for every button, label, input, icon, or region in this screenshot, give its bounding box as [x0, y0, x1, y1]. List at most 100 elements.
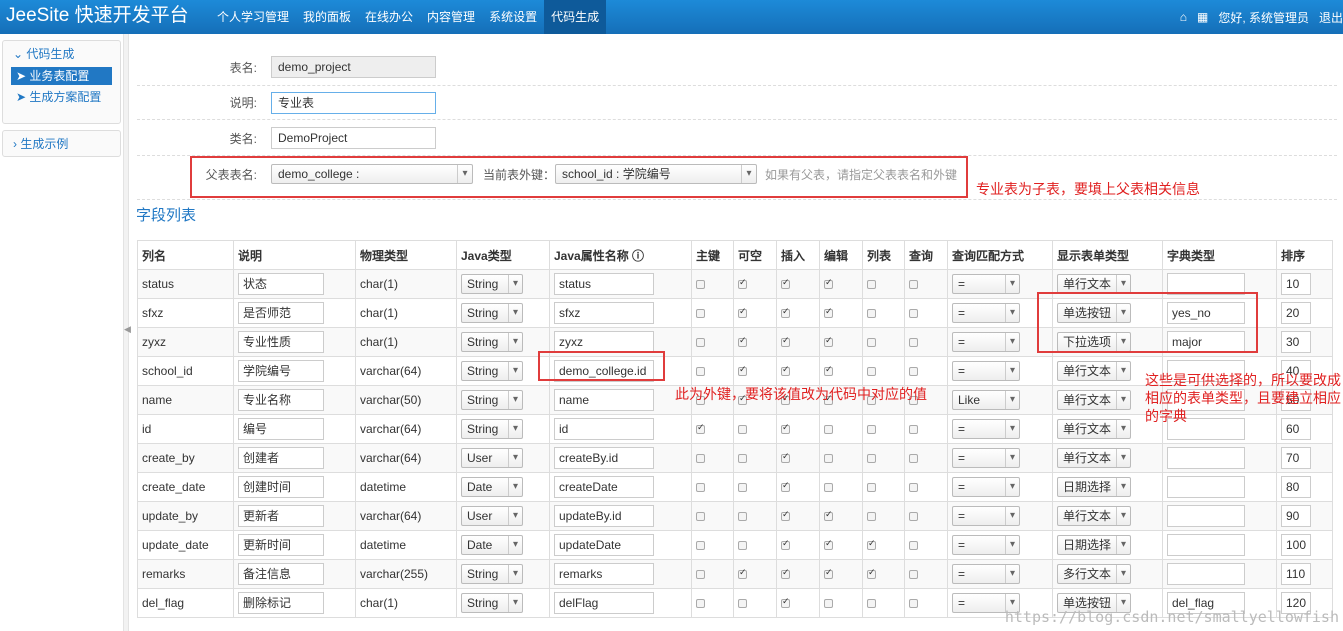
sort-input[interactable]: 90	[1281, 505, 1311, 527]
show-type-select[interactable]: 单行文本	[1057, 361, 1131, 381]
query-match-select[interactable]: =	[952, 361, 1020, 381]
comment-input[interactable]: 专业表	[271, 92, 436, 114]
grid-icon[interactable]: ▦	[1197, 10, 1208, 24]
list-checkbox[interactable]	[867, 483, 876, 493]
dict-type-input[interactable]	[1167, 476, 1245, 498]
list-checkbox[interactable]	[867, 454, 876, 464]
java-field-input[interactable]: name	[554, 389, 654, 411]
comment-input[interactable]: 状态	[238, 273, 324, 295]
list-checkbox[interactable]	[867, 309, 876, 319]
query-match-select[interactable]: =	[952, 448, 1020, 468]
list-checkbox[interactable]	[867, 538, 876, 551]
query-checkbox[interactable]	[909, 338, 918, 348]
comment-input[interactable]: 创建者	[238, 447, 324, 469]
query-match-select[interactable]: =	[952, 419, 1020, 439]
nullable-checkbox[interactable]	[738, 335, 747, 348]
comment-input[interactable]: 备注信息	[238, 563, 324, 585]
insert-checkbox[interactable]	[781, 364, 790, 377]
pk-checkbox[interactable]	[696, 483, 705, 493]
sidebar-group-title[interactable]: › 生成示例	[3, 131, 120, 157]
query-checkbox[interactable]	[909, 280, 918, 290]
edit-checkbox[interactable]	[824, 364, 833, 377]
java-type-select[interactable]: String	[461, 419, 523, 439]
comment-input[interactable]: 更新者	[238, 505, 324, 527]
comment-input[interactable]: 更新时间	[238, 534, 324, 556]
comment-input[interactable]: 专业性质	[238, 331, 324, 353]
insert-checkbox[interactable]	[781, 422, 790, 435]
sort-input[interactable]: 20	[1281, 302, 1311, 324]
show-type-select[interactable]: 多行文本	[1057, 564, 1131, 584]
query-checkbox[interactable]	[909, 309, 918, 319]
java-field-input[interactable]: createDate	[554, 476, 654, 498]
sidebar-item-scheme-config[interactable]: ➤ 生成方案配置	[11, 88, 112, 106]
query-checkbox[interactable]	[909, 541, 918, 551]
sort-input[interactable]: 80	[1281, 476, 1311, 498]
java-type-select[interactable]: String	[461, 332, 523, 352]
query-checkbox[interactable]	[909, 367, 918, 377]
sidebar-item-table-config[interactable]: ➤ 业务表配置	[11, 67, 112, 85]
list-checkbox[interactable]	[867, 338, 876, 348]
show-type-select[interactable]: 单行文本	[1057, 419, 1131, 439]
table-name-input[interactable]: demo_project	[271, 56, 436, 78]
logout-link[interactable]: 退出	[1319, 9, 1343, 26]
query-checkbox[interactable]	[909, 425, 918, 435]
nav-item-2[interactable]: 在线办公	[358, 0, 420, 34]
sort-input[interactable]: 10	[1281, 273, 1311, 295]
edit-checkbox[interactable]	[824, 306, 833, 319]
pk-checkbox[interactable]	[696, 338, 705, 348]
edit-checkbox[interactable]	[824, 277, 833, 290]
pk-checkbox[interactable]	[696, 541, 705, 551]
query-checkbox[interactable]	[909, 570, 918, 580]
java-field-input[interactable]: sfxz	[554, 302, 654, 324]
nullable-checkbox[interactable]	[738, 541, 747, 551]
query-match-select[interactable]: =	[952, 477, 1020, 497]
query-match-select[interactable]: =	[952, 535, 1020, 555]
edit-checkbox[interactable]	[824, 599, 833, 609]
java-type-select[interactable]: String	[461, 564, 523, 584]
query-match-select[interactable]: =	[952, 564, 1020, 584]
insert-checkbox[interactable]	[781, 277, 790, 290]
nullable-checkbox[interactable]	[738, 454, 747, 464]
nav-item-4[interactable]: 系统设置	[482, 0, 544, 34]
list-checkbox[interactable]	[867, 512, 876, 522]
java-type-select[interactable]: User	[461, 506, 523, 526]
show-type-select[interactable]: 单行文本	[1057, 448, 1131, 468]
edit-checkbox[interactable]	[824, 454, 833, 464]
sort-input[interactable]: 70	[1281, 447, 1311, 469]
edit-checkbox[interactable]	[824, 567, 833, 580]
show-type-select[interactable]: 单行文本	[1057, 506, 1131, 526]
java-field-input[interactable]: id	[554, 418, 654, 440]
query-checkbox[interactable]	[909, 599, 918, 609]
dict-type-input[interactable]	[1167, 563, 1245, 585]
insert-checkbox[interactable]	[781, 480, 790, 493]
java-field-input[interactable]: updateBy.id	[554, 505, 654, 527]
edit-checkbox[interactable]	[824, 425, 833, 435]
class-name-input[interactable]: DemoProject	[271, 127, 436, 149]
home-icon[interactable]: ⌂	[1180, 10, 1187, 24]
java-field-input[interactable]: status	[554, 273, 654, 295]
java-type-select[interactable]: String	[461, 361, 523, 381]
nullable-checkbox[interactable]	[738, 277, 747, 290]
java-field-input[interactable]: remarks	[554, 563, 654, 585]
show-type-select[interactable]: 单行文本	[1057, 390, 1131, 410]
dict-type-input[interactable]	[1167, 505, 1245, 527]
comment-input[interactable]: 创建时间	[238, 476, 324, 498]
query-checkbox[interactable]	[909, 512, 918, 522]
sort-input[interactable]: 100	[1281, 534, 1311, 556]
query-match-select[interactable]: =	[952, 274, 1020, 294]
pk-checkbox[interactable]	[696, 280, 705, 290]
comment-input[interactable]: 删除标记	[238, 592, 324, 614]
query-match-select[interactable]: Like	[952, 390, 1020, 410]
sort-input[interactable]: 110	[1281, 563, 1311, 585]
pk-checkbox[interactable]	[696, 422, 705, 435]
nullable-checkbox[interactable]	[738, 483, 747, 493]
insert-checkbox[interactable]	[781, 335, 790, 348]
nullable-checkbox[interactable]	[738, 567, 747, 580]
nullable-checkbox[interactable]	[738, 425, 747, 435]
show-type-select[interactable]: 单行文本	[1057, 274, 1131, 294]
insert-checkbox[interactable]	[781, 567, 790, 580]
java-type-select[interactable]: User	[461, 448, 523, 468]
user-greeting[interactable]: 您好, 系统管理员	[1218, 9, 1309, 26]
list-checkbox[interactable]	[867, 367, 876, 377]
dict-type-input[interactable]	[1167, 447, 1245, 469]
